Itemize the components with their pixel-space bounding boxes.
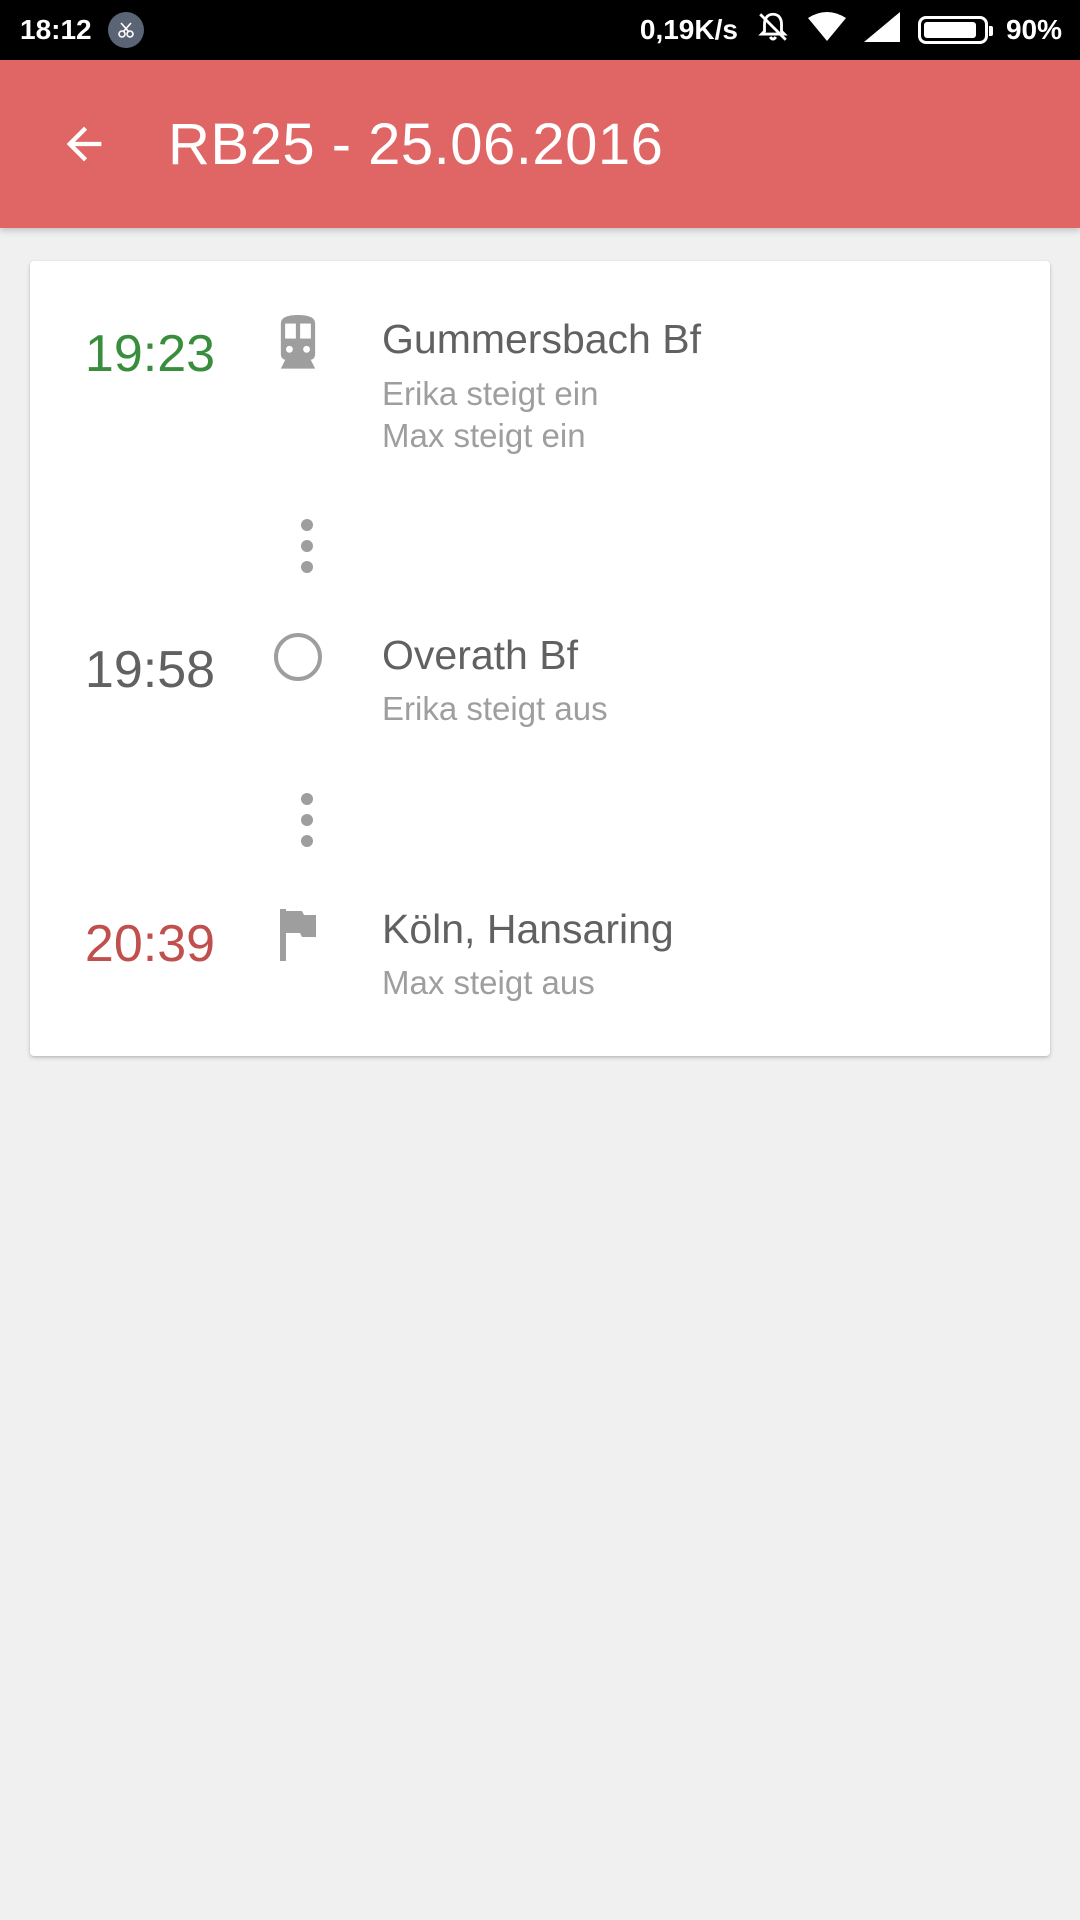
- arrow-back-icon: [66, 126, 102, 162]
- dot: [301, 835, 313, 847]
- status-bar: 18:12 0,19K/s 90%: [0, 0, 1080, 60]
- stop-name: Overath Bf: [382, 632, 578, 678]
- cellular-signal-icon: [863, 11, 900, 49]
- flag-icon: [270, 907, 326, 963]
- circle-icon: [270, 629, 326, 685]
- app-bar: RB25 - 25.06.2016: [0, 60, 1080, 228]
- stop-time: 19:58: [84, 641, 216, 699]
- stop-event: Max steigt ein: [382, 417, 586, 454]
- dot: [301, 793, 313, 805]
- stop-name: Köln, Hansaring: [382, 906, 674, 952]
- notification-app-icon: [107, 12, 144, 48]
- dot: [301, 814, 313, 826]
- page-title: RB25 - 25.06.2016: [168, 111, 664, 177]
- battery-level: [923, 22, 977, 38]
- stop-name: Gummersbach Bf: [382, 316, 701, 362]
- journey-card: 19:23 Gummersbach Bf Erika steigt ein Ma…: [30, 261, 1050, 1056]
- network-speed: 0,19K/s: [639, 14, 738, 45]
- more-stops-indicator[interactable]: [300, 519, 314, 582]
- back-button[interactable]: [34, 94, 134, 194]
- dot: [301, 519, 313, 531]
- stop-event: Erika steigt ein: [382, 375, 599, 412]
- alarm-off-icon: [756, 10, 790, 51]
- battery-percent: 90%: [1005, 14, 1062, 45]
- stop-time: 19:23: [84, 325, 216, 383]
- wifi-icon: [807, 11, 846, 49]
- more-stops-indicator[interactable]: [300, 793, 314, 856]
- stop-event: Erika steigt aus: [382, 690, 608, 727]
- train-icon: [270, 315, 326, 373]
- status-time: 18:12: [20, 14, 92, 45]
- battery-icon: [917, 16, 993, 44]
- dot: [301, 561, 313, 573]
- stop-event: Max steigt aus: [382, 964, 595, 1001]
- stop-time: 20:39: [84, 915, 216, 973]
- dot: [301, 540, 313, 552]
